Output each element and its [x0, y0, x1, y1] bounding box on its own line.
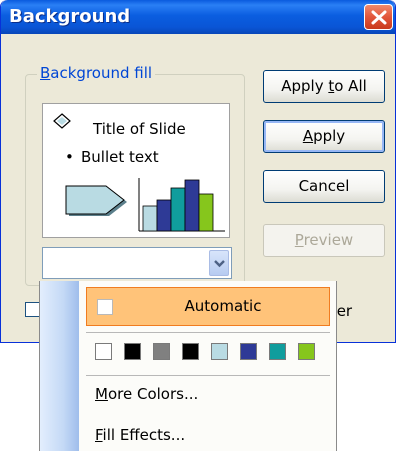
fill-effects-menu-item[interactable]: Fill Effects...: [95, 426, 185, 444]
diamond-bullet-icon: [53, 113, 71, 129]
automatic-label: Automatic: [184, 297, 262, 315]
color-swatch[interactable]: [95, 343, 112, 360]
menu-separator: [86, 332, 330, 333]
menu-icon-strip: [40, 281, 79, 451]
preview-title: Title of Slide: [93, 120, 186, 138]
bar-chart-icon: [138, 178, 225, 232]
color-swatch[interactable]: [269, 343, 286, 360]
color-swatch[interactable]: [153, 343, 170, 360]
apply-button[interactable]: Apply: [263, 120, 385, 153]
arrow-shape-icon: [65, 185, 127, 216]
apply-to-all-button[interactable]: Apply to All: [263, 70, 385, 103]
slide-preview: Title of Slide • Bullet text: [42, 103, 230, 238]
menu-separator: [86, 375, 330, 376]
preview-button[interactable]: Preview: [263, 224, 385, 257]
fill-color-dropdown[interactable]: [42, 247, 232, 279]
dropdown-arrow-button[interactable]: [209, 250, 229, 276]
omit-master-checkbox[interactable]: [25, 302, 40, 317]
color-swatch[interactable]: [124, 343, 141, 360]
window-title: Background: [9, 6, 131, 27]
close-button[interactable]: [364, 4, 393, 30]
color-swatch[interactable]: [240, 343, 257, 360]
automatic-color-option[interactable]: Automatic: [86, 287, 330, 326]
chevron-down-icon: [214, 260, 225, 268]
color-dropdown-menu: Automatic More Colors... Fill Effects...: [39, 281, 337, 451]
preview-bullet-dot: •: [65, 148, 74, 166]
more-colors-menu-item[interactable]: More Colors...: [95, 385, 198, 403]
preview-bullet-text: Bullet text: [81, 148, 159, 166]
background-fill-label: Background fill: [37, 64, 156, 82]
cancel-button[interactable]: Cancel: [263, 170, 385, 203]
close-icon: [371, 10, 387, 25]
title-bar[interactable]: Background: [1, 0, 395, 34]
color-swatch[interactable]: [182, 343, 199, 360]
color-swatch[interactable]: [211, 343, 228, 360]
color-swatch[interactable]: [298, 343, 315, 360]
